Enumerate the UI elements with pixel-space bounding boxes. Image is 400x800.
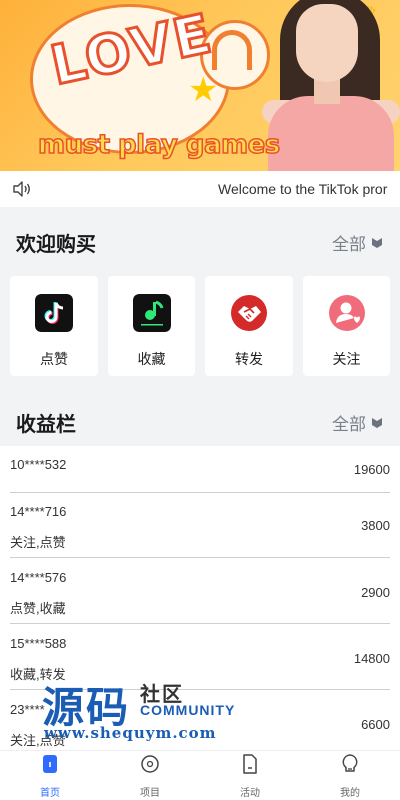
tab-profile[interactable]: 我的 xyxy=(300,751,400,800)
list-item: 23**** 关注,点赞 6600 xyxy=(10,690,390,750)
section-title: 收益栏 xyxy=(16,414,76,436)
purchase-item-label: 关注 xyxy=(332,351,361,367)
activity-icon xyxy=(243,754,257,774)
banner-tagline: must play games xyxy=(37,129,281,161)
purchase-grid: 点赞 收藏 转发 关注 xyxy=(10,276,390,376)
tab-label: 我的 xyxy=(340,788,360,799)
tab-label: 活动 xyxy=(240,788,260,799)
tab-label: 项目 xyxy=(140,788,160,799)
view-all-earnings-button[interactable]: 全部 xyxy=(332,410,384,435)
handshake-icon xyxy=(231,295,267,331)
purchase-item-label: 转发 xyxy=(235,351,263,367)
task-tags: 关注,点赞 xyxy=(10,733,66,748)
list-item: 14****716 关注,点赞 3800 xyxy=(10,493,390,558)
list-item: 15****588 收藏,转发 14800 xyxy=(10,624,390,690)
purchase-section-header: 欢迎购买 全部 xyxy=(0,210,400,266)
banner-model-image xyxy=(262,0,400,171)
task-tags: 收藏,转发 xyxy=(10,667,66,682)
tab-label: 首页 xyxy=(40,788,60,799)
project-icon xyxy=(141,755,159,773)
promo-banner[interactable]: LOVE ★ ♛ must play games xyxy=(0,0,400,171)
list-item: 10****532 19600 xyxy=(10,446,390,493)
chevron-icon xyxy=(372,237,382,248)
user-id: 14****576 xyxy=(10,570,67,585)
star-icon: ★ xyxy=(188,71,219,109)
earning-amount: 2900 xyxy=(361,585,390,600)
purchase-item-share[interactable]: 转发 xyxy=(205,276,293,376)
headphone-icon xyxy=(212,30,252,70)
notice-bar[interactable]: Welcome to the TikTok pror xyxy=(0,171,400,207)
earnings-list: 10****532 19600 14****716 关注,点赞 3800 14*… xyxy=(0,446,400,750)
chevron-icon xyxy=(372,417,382,428)
user-id: 10****532 xyxy=(10,457,67,472)
task-tags: 点赞,收藏 xyxy=(10,601,66,616)
tab-home[interactable]: 首页 xyxy=(0,751,100,800)
earning-amount: 3800 xyxy=(361,518,390,533)
purchase-item-label: 收藏 xyxy=(137,351,166,367)
profile-icon xyxy=(342,754,358,772)
home-icon xyxy=(43,755,57,773)
tiktok-icon xyxy=(35,294,73,332)
view-all-purchase-button[interactable]: 全部 xyxy=(332,230,384,255)
earnings-section-header: 收益栏 全部 xyxy=(0,390,400,446)
user-id: 14****716 xyxy=(10,504,67,519)
view-all-label: 全部 xyxy=(332,415,366,434)
user-id: 23**** xyxy=(10,702,45,717)
tab-projects[interactable]: 项目 xyxy=(100,751,200,800)
purchase-item-label: 点赞 xyxy=(40,351,68,367)
user-id: 15****588 xyxy=(10,636,67,651)
earning-amount: 14800 xyxy=(353,651,390,666)
notice-message: Welcome to the TikTok pror xyxy=(218,181,388,197)
bottom-tab-bar: 首页 项目 活动 我的 xyxy=(0,750,400,800)
purchase-item-follow[interactable]: 关注 xyxy=(302,276,390,376)
user-heart-icon xyxy=(328,295,365,331)
music-app-icon xyxy=(132,294,171,332)
list-item: 14****576 点赞,收藏 2900 xyxy=(10,558,390,624)
tab-activity[interactable]: 活动 xyxy=(200,751,300,800)
purchase-item-like[interactable]: 点赞 xyxy=(10,276,98,376)
view-all-label: 全部 xyxy=(332,235,366,254)
section-title: 欢迎购买 xyxy=(16,234,96,256)
purchase-item-favorite[interactable]: 收藏 xyxy=(107,276,195,376)
speaker-icon xyxy=(13,181,30,197)
task-tags: 关注,点赞 xyxy=(10,535,66,550)
earning-amount: 19600 xyxy=(353,462,390,477)
earning-amount: 6600 xyxy=(361,717,390,732)
